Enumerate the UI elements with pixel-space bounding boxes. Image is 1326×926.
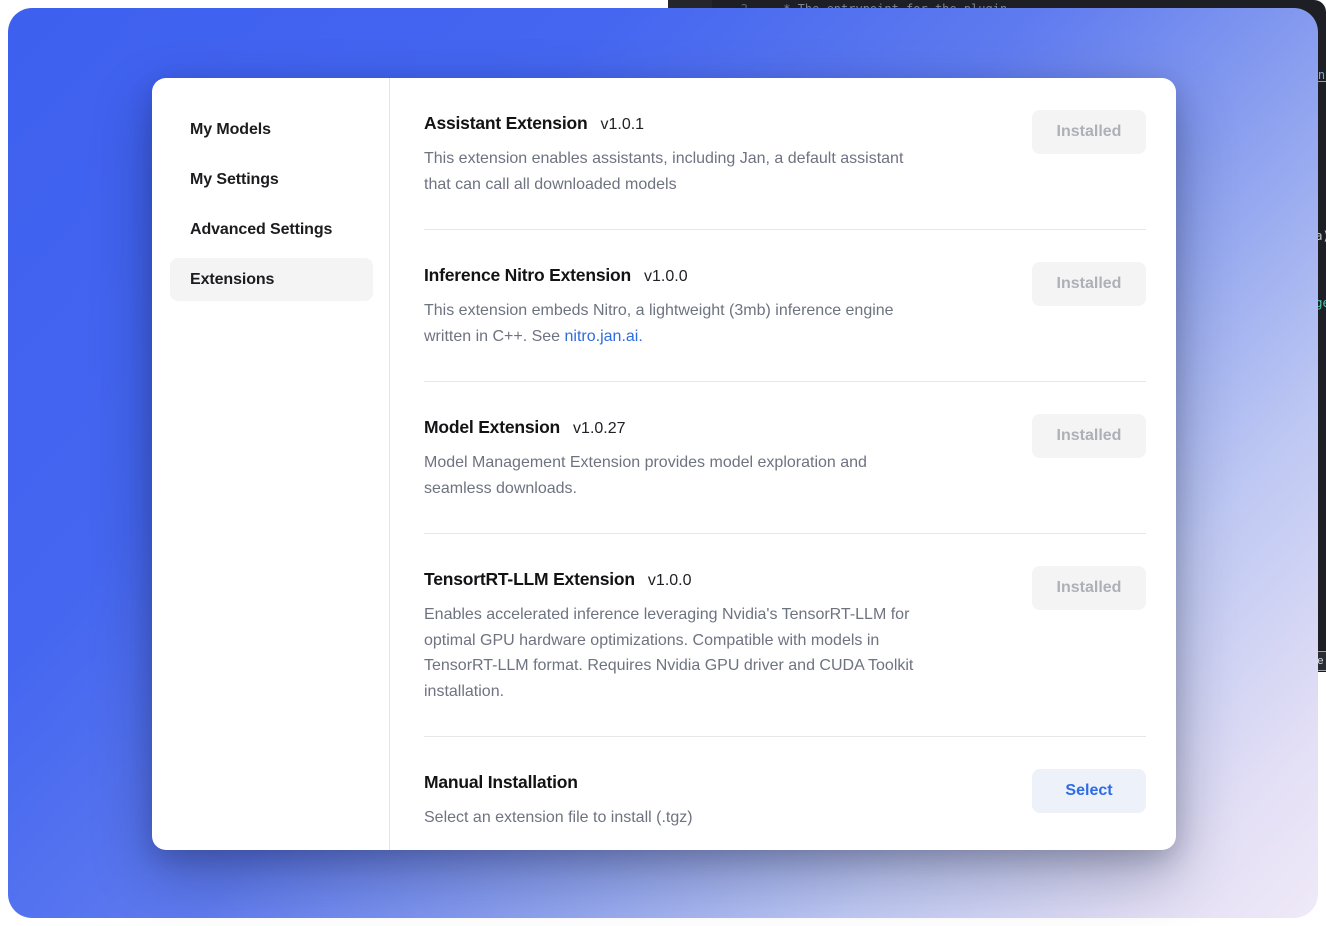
extension-info: Model Extension v1.0.27 Model Management… xyxy=(424,414,867,501)
extension-title: TensortRT-LLM Extension xyxy=(424,566,635,592)
extension-info: Assistant Extension v1.0.1 This extensio… xyxy=(424,110,903,197)
extension-link[interactable]: nitro.jan.ai. xyxy=(565,328,643,345)
extension-info: TensortRT-LLM Extension v1.0.0 Enables a… xyxy=(424,566,913,704)
extension-title-line: Model Extension v1.0.27 xyxy=(424,414,867,440)
sidebar-item-label: My Settings xyxy=(190,171,279,189)
sidebar-item-extensions[interactable]: Extensions xyxy=(170,258,373,301)
extension-action-button[interactable]: Installed xyxy=(1032,566,1146,610)
extension-row: Model Extension v1.0.27 Model Management… xyxy=(424,382,1146,534)
extension-title-line: Inference Nitro Extension v1.0.0 xyxy=(424,262,894,288)
extension-row: Inference Nitro Extension v1.0.0 This ex… xyxy=(424,230,1146,382)
extension-action-button[interactable]: Select xyxy=(1032,769,1146,813)
desktop-screen: 2 * The entrypoint for the plugin.3 */45… xyxy=(0,0,1326,926)
sidebar-item-advanced-settings[interactable]: Advanced Settings xyxy=(170,208,373,251)
extension-row: Assistant Extension v1.0.1 This extensio… xyxy=(424,78,1146,230)
extension-title-line: Assistant Extension v1.0.1 xyxy=(424,110,903,136)
extension-title-line: TensortRT-LLM Extension v1.0.0 xyxy=(424,566,913,592)
extension-title: Assistant Extension xyxy=(424,110,587,136)
extension-row: TensortRT-LLM Extension v1.0.0 Enables a… xyxy=(424,534,1146,737)
extension-info: Manual Installation Select an extension … xyxy=(424,769,693,831)
extension-version: v1.0.1 xyxy=(600,116,644,134)
sidebar-item-label: Advanced Settings xyxy=(190,221,332,239)
sidebar-item-label: Extensions xyxy=(190,271,274,289)
extension-description: Model Management Extension provides mode… xyxy=(424,450,867,501)
extension-description: Enables accelerated inference leveraging… xyxy=(424,602,913,704)
settings-panel: My Models My Settings Advanced Settings … xyxy=(152,78,1176,850)
extension-title: Manual Installation xyxy=(424,769,578,795)
extension-title-line: Manual Installation xyxy=(424,769,693,795)
extension-title: Model Extension xyxy=(424,414,560,440)
extension-version: v1.0.27 xyxy=(573,420,625,438)
extension-row: Manual Installation Select an extension … xyxy=(424,737,1146,850)
extension-action-button[interactable]: Installed xyxy=(1032,262,1146,306)
extension-action-button[interactable]: Installed xyxy=(1032,110,1146,154)
extension-info: Inference Nitro Extension v1.0.0 This ex… xyxy=(424,262,894,349)
extension-action-button[interactable]: Installed xyxy=(1032,414,1146,458)
extension-description: This extension enables assistants, inclu… xyxy=(424,146,903,197)
settings-sidebar: My Models My Settings Advanced Settings … xyxy=(152,78,390,850)
extension-title: Inference Nitro Extension xyxy=(424,262,631,288)
extension-description: This extension embeds Nitro, a lightweig… xyxy=(424,298,894,349)
extension-version: v1.0.0 xyxy=(648,572,692,590)
extension-description: Select an extension file to install (.tg… xyxy=(424,805,693,831)
extension-version: v1.0.0 xyxy=(644,268,688,286)
sidebar-item-label: My Models xyxy=(190,121,271,139)
sidebar-item-my-settings[interactable]: My Settings xyxy=(170,158,373,201)
extensions-list: Assistant Extension v1.0.1 This extensio… xyxy=(390,78,1176,850)
sidebar-item-my-models[interactable]: My Models xyxy=(170,108,373,151)
